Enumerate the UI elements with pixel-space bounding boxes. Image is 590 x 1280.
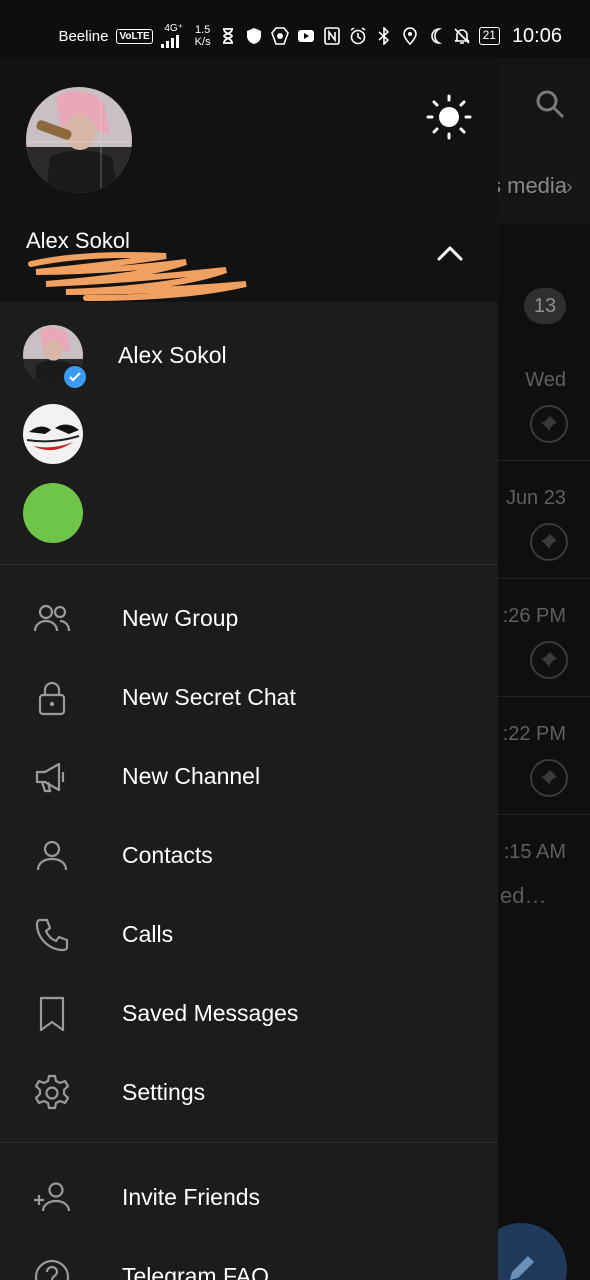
gear-icon — [34, 1074, 70, 1110]
account-item[interactable] — [0, 395, 498, 473]
chat-row[interactable]: :15 AM — [498, 815, 590, 933]
clock: 10:06 — [511, 24, 562, 47]
menu-label: Telegram FAQ — [122, 1263, 269, 1280]
sun-icon[interactable] — [426, 94, 472, 140]
youtube-icon — [297, 30, 314, 42]
menu-label: Settings — [122, 1079, 206, 1105]
pin-icon — [530, 641, 568, 679]
navigation-drawer: Alex Sokol Alex Sokol New Group New Secr… — [0, 58, 498, 1280]
account-item-current[interactable]: Alex Sokol — [0, 316, 498, 394]
bluetooth-icon — [378, 27, 389, 45]
signal-icon: 4G⁺ — [160, 23, 187, 48]
menu-label: Contacts — [122, 842, 213, 868]
hand-icon — [270, 27, 289, 45]
account-avatar — [23, 404, 83, 464]
menu-item-calls[interactable]: Calls — [0, 895, 498, 974]
battery-level: 21 — [478, 27, 500, 45]
chat-snippet: ed… — [500, 883, 547, 908]
account-item[interactable] — [0, 474, 498, 552]
hourglass-icon — [222, 28, 233, 44]
bookmark-icon — [39, 996, 65, 1032]
speed-value: 1.5 — [194, 24, 211, 36]
chat-time: :26 PM — [502, 605, 566, 627]
moon-icon — [430, 28, 440, 44]
chat-time: Wed — [525, 369, 566, 391]
location-icon — [402, 27, 417, 45]
group-icon — [33, 604, 71, 632]
account-name: Alex Sokol — [118, 342, 227, 368]
menu-label: Calls — [122, 921, 174, 947]
menu-item-saved-messages[interactable]: Saved Messages — [0, 974, 498, 1053]
megaphone-icon — [35, 762, 65, 793]
volte-badge: VoLTE — [116, 28, 153, 44]
pin-icon — [530, 759, 568, 797]
menu-item-telegram-faq[interactable]: Telegram FAQ — [0, 1237, 498, 1280]
network-type: 4G⁺ — [164, 23, 183, 34]
alarm-icon — [350, 27, 366, 45]
chat-row[interactable]: Wed — [498, 343, 590, 461]
carrier-name: Beeline — [58, 27, 109, 45]
pencil-icon — [510, 1256, 534, 1280]
tab-media-partial[interactable]: s media — [490, 173, 567, 199]
pin-icon — [530, 405, 568, 443]
chat-row[interactable]: :22 PM — [498, 697, 590, 815]
chat-row[interactable]: Jun 23 — [498, 461, 590, 579]
shield-icon — [246, 28, 261, 44]
redaction-scribble — [28, 252, 247, 301]
chat-time: :15 AM — [503, 841, 566, 863]
search-icon[interactable] — [534, 88, 566, 120]
help-icon — [34, 1259, 70, 1280]
network-speed: 1.5 K/s — [195, 24, 211, 48]
menu-item-new-secret-chat[interactable]: New Secret Chat — [0, 658, 498, 737]
check-icon — [62, 364, 88, 390]
menu-label: Saved Messages — [122, 1000, 299, 1026]
menu-item-new-group[interactable]: New Group — [0, 579, 498, 658]
menu-label: Invite Friends — [122, 1184, 261, 1210]
bell-off-icon — [454, 28, 470, 44]
menu-label: New Channel — [122, 763, 261, 789]
chat-row[interactable]: :26 PM — [498, 579, 590, 697]
divider — [0, 1142, 498, 1143]
chat-time: Jun 23 — [505, 487, 566, 509]
menu-item-contacts[interactable]: Contacts — [0, 816, 498, 895]
menu-label: New Group — [122, 605, 239, 631]
profile-avatar[interactable] — [26, 87, 132, 193]
add-person-icon — [34, 1182, 71, 1212]
menu-label: New Secret Chat — [122, 684, 296, 710]
lock-icon — [38, 681, 66, 716]
account-avatar — [23, 483, 83, 543]
unread-badge: 13 — [524, 288, 566, 324]
chat-time: :22 PM — [502, 723, 566, 745]
divider — [0, 564, 498, 565]
person-icon — [36, 840, 68, 871]
menu-item-new-channel[interactable]: New Channel — [0, 737, 498, 816]
drawer-header: Alex Sokol — [0, 58, 498, 302]
chevron-right-icon: › — [566, 176, 573, 198]
speed-unit: K/s — [194, 36, 211, 48]
phone-icon — [35, 918, 69, 952]
nfc-icon — [323, 27, 340, 45]
pin-icon — [530, 523, 568, 561]
menu-item-settings[interactable]: Settings — [0, 1053, 498, 1132]
chevron-up-icon[interactable] — [434, 238, 466, 270]
menu-item-invite-friends[interactable]: Invite Friends — [0, 1158, 498, 1237]
